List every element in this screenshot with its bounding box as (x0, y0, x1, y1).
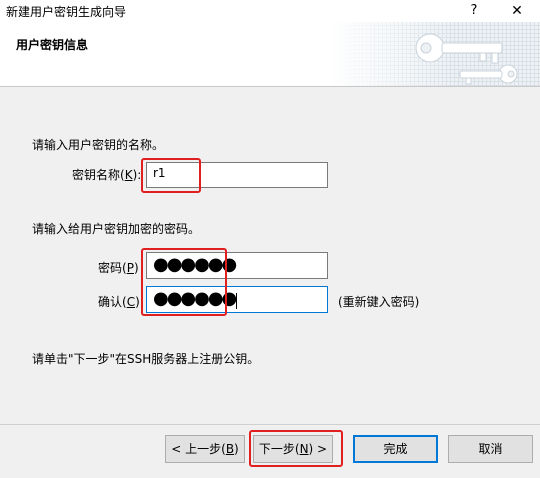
retype-hint: (重新键入密码) (338, 295, 420, 309)
wizard-header: 用户密钥信息 (0, 22, 540, 87)
password-prompt: 请输入给用户密钥加密的密码。 (32, 222, 201, 236)
text-caret (236, 292, 238, 309)
keys-icon (415, 33, 518, 85)
password-label: 密码(P) (98, 261, 139, 275)
back-button[interactable]: < 上一步(B) (165, 435, 245, 463)
close-button[interactable]: ✕ (506, 1, 528, 21)
finish-button[interactable]: 完成 (353, 435, 438, 463)
key-name-label: 密钥名称(K): (72, 168, 142, 182)
next-button[interactable]: 下一步(N) > (253, 435, 333, 463)
highlight-box-passwords (141, 248, 227, 316)
title-bar: 新建用户密钥生成向导 ? ✕ (0, 0, 540, 22)
cancel-button[interactable]: 取消 (448, 435, 533, 463)
footer-divider (0, 424, 540, 425)
help-button[interactable]: ? (464, 1, 484, 21)
keys-banner-image (330, 22, 540, 86)
highlight-box-key-name (141, 158, 201, 193)
page-title: 用户密钥信息 (16, 38, 89, 52)
info-text: 请单击"下一步"在SSH服务器上注册公钥。 (32, 352, 260, 366)
confirm-label: 确认(C) (98, 295, 140, 309)
window-title: 新建用户密钥生成向导 (6, 5, 127, 19)
key-name-prompt: 请输入用户密钥的名称。 (32, 138, 165, 152)
